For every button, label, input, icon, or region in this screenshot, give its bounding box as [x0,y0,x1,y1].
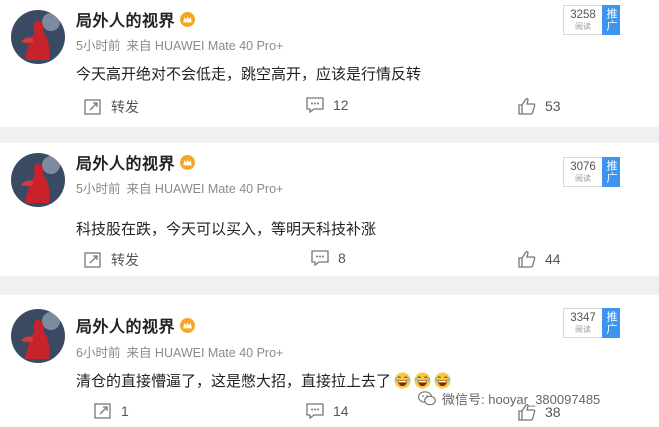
comment-icon [306,97,324,113]
like-button[interactable]: 53 [518,97,561,115]
author-name[interactable]: 局外人的视界 [76,313,175,337]
repost-icon [84,252,101,268]
repost-label: 转发 [111,252,139,268]
comment-count: 12 [333,97,349,113]
repost-button[interactable]: 1 [94,403,129,419]
post-time: 6小时前 [76,346,121,360]
reads-counter: 3258 阅读 [563,5,602,35]
post-meta: 6小时前 来自 HUAWEI Mate 40 Pro+ [76,342,283,361]
thumbs-up-icon [518,251,536,268]
comment-count: 8 [338,250,346,266]
post-source: 来自 HUAWEI Mate 40 Pro+ [126,39,284,53]
post-text-row: 清仓的直接懵逼了，这是憋大招，直接拉上去了 [76,370,451,391]
stats-box: 3076 阅读 推广 [563,157,620,187]
post-source: 来自 HUAWEI Mate 40 Pro+ [126,182,284,196]
stats-box: 3258 阅读 推广 [563,5,620,35]
promote-button[interactable]: 推广 [602,5,620,35]
stats-box: 3347 阅读 推广 [563,308,620,338]
repost-icon [94,403,111,419]
like-button[interactable]: 44 [518,250,561,268]
vip-crown-icon [180,11,196,27]
reads-counter: 3076 阅读 [563,157,602,187]
post-time: 5小时前 [76,182,121,196]
post-text: 今天高开绝对不会低走，跳空高开，应该是行情反转 [76,66,422,83]
promote-button[interactable]: 推广 [602,157,620,187]
vip-crown-icon [180,317,196,333]
vip-crown-icon [180,154,196,170]
post-meta: 5小时前 来自 HUAWEI Mate 40 Pro+ [76,35,283,54]
like-count: 53 [545,98,561,114]
feed: { "posts": [ { "author": "局外人的视界", "time… [0,0,659,427]
thumbs-up-icon [518,98,536,115]
comment-button[interactable]: 12 [306,97,349,113]
post-meta: 5小时前 来自 HUAWEI Mate 40 Pro+ [76,178,283,197]
author-name[interactable]: 局外人的视界 [76,150,175,174]
reads-count: 3258 [570,8,596,21]
post-text: 科技股在跌，今天可以买入，等明天科技补涨 [76,221,377,238]
reads-count: 3347 [570,311,596,324]
wechat-watermark: 微信号: hooyar_380097485 [418,389,600,408]
reads-label: 阅读 [575,324,591,334]
repost-icon [84,99,101,115]
repost-count: 1 [121,403,129,419]
author-avatar[interactable] [11,153,65,207]
comment-button[interactable]: 14 [306,403,349,419]
reads-count: 3076 [570,160,596,173]
reads-label: 阅读 [575,21,591,31]
comment-icon [306,403,324,419]
promote-button[interactable]: 推广 [602,308,620,338]
repost-button[interactable]: 转发 [84,97,139,117]
post-card: 局外人的视界 5小时前 来自 HUAWEI Mate 40 Pro+ 今天高开绝对… [0,0,659,127]
laughing-emoji-icon [394,372,411,389]
post-time: 5小时前 [76,39,121,53]
post-source: 来自 HUAWEI Mate 40 Pro+ [126,346,284,360]
author-name[interactable]: 局外人的视界 [76,7,175,31]
comment-count: 14 [333,403,349,419]
comment-button[interactable]: 8 [311,250,346,266]
laughing-emoji-icon [434,372,451,389]
wechat-icon [418,391,436,406]
reads-label: 阅读 [575,173,591,183]
laughing-emoji-icon [414,372,431,389]
watermark-text: 微信号: hooyar_380097485 [442,392,601,407]
post-text: 清仓的直接懵逼了，这是憋大招，直接拉上去了 [76,373,392,390]
author-avatar[interactable] [11,309,65,363]
author-avatar[interactable] [11,10,65,64]
reads-counter: 3347 阅读 [563,308,602,338]
repost-button[interactable]: 转发 [84,250,139,270]
like-count: 44 [545,251,561,267]
comment-icon [311,250,329,266]
post-card: 局外人的视界 5小时前 来自 HUAWEI Mate 40 Pro+ 科技股在跌，… [0,143,659,276]
repost-label: 转发 [111,99,139,115]
